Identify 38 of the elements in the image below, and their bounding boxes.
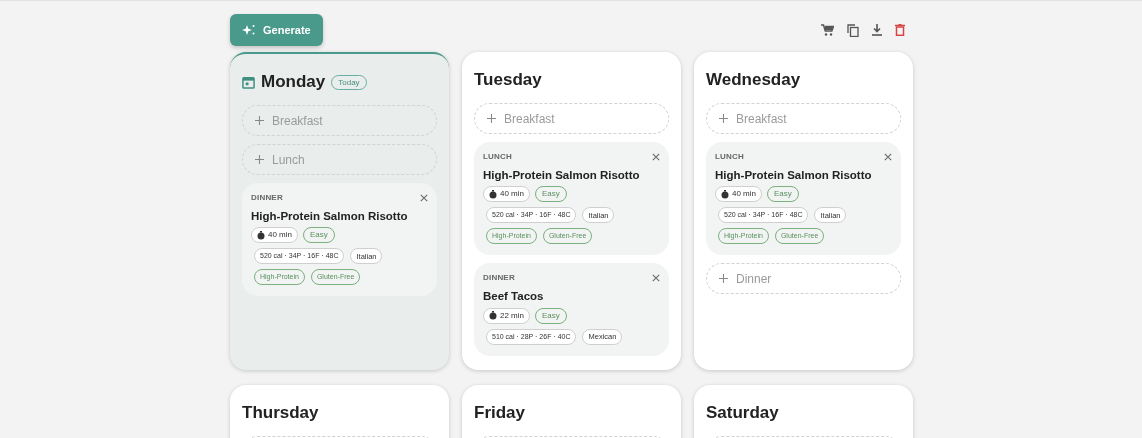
meal-type-label: LUNCH [715,151,744,163]
close-icon[interactable] [884,153,892,161]
meal-type-label: DINNER [251,192,283,204]
plus-icon [719,114,728,123]
calendar-icon [242,75,255,89]
day-title: Tuesday [474,69,542,92]
copy-icon[interactable] [847,23,859,37]
plus-icon [719,274,728,284]
day-title: Thursday [242,402,319,425]
stopwatch-icon [257,230,265,240]
stopwatch-icon [489,189,497,199]
time-chip: 40 min [483,186,530,203]
meal-type-label: DINNER [483,272,515,285]
time-chip: 22 min [483,307,530,324]
stopwatch-icon [721,189,729,199]
day-title: Saturday [706,402,779,425]
close-icon[interactable] [652,153,660,161]
meal-type-label: LUNCH [483,151,512,163]
download-icon[interactable] [872,24,882,36]
cart-icon[interactable] [821,24,834,36]
day-title: Wednesday [706,69,801,92]
sparkles-icon [242,24,256,36]
day-title: Monday [261,71,326,94]
close-icon[interactable] [420,194,428,202]
stopwatch-icon [489,311,497,321]
generate-button[interactable]: Generate [230,14,323,46]
plus-icon [255,155,264,164]
trash-icon[interactable] [895,24,905,36]
time-chip: 40 min [715,186,762,203]
meal-title: High-Protein Salmon Risotto [483,168,641,183]
meal-title: High-Protein Salmon Risotto [715,168,873,183]
plus-icon [255,116,264,125]
close-icon[interactable] [652,274,660,283]
time-chip: 40 min [251,227,298,244]
day-title: Friday [474,402,526,425]
meal-title: Beef Tacos [483,289,545,304]
meal-title: High-Protein Salmon Risotto [251,209,409,224]
plus-icon [487,114,496,123]
